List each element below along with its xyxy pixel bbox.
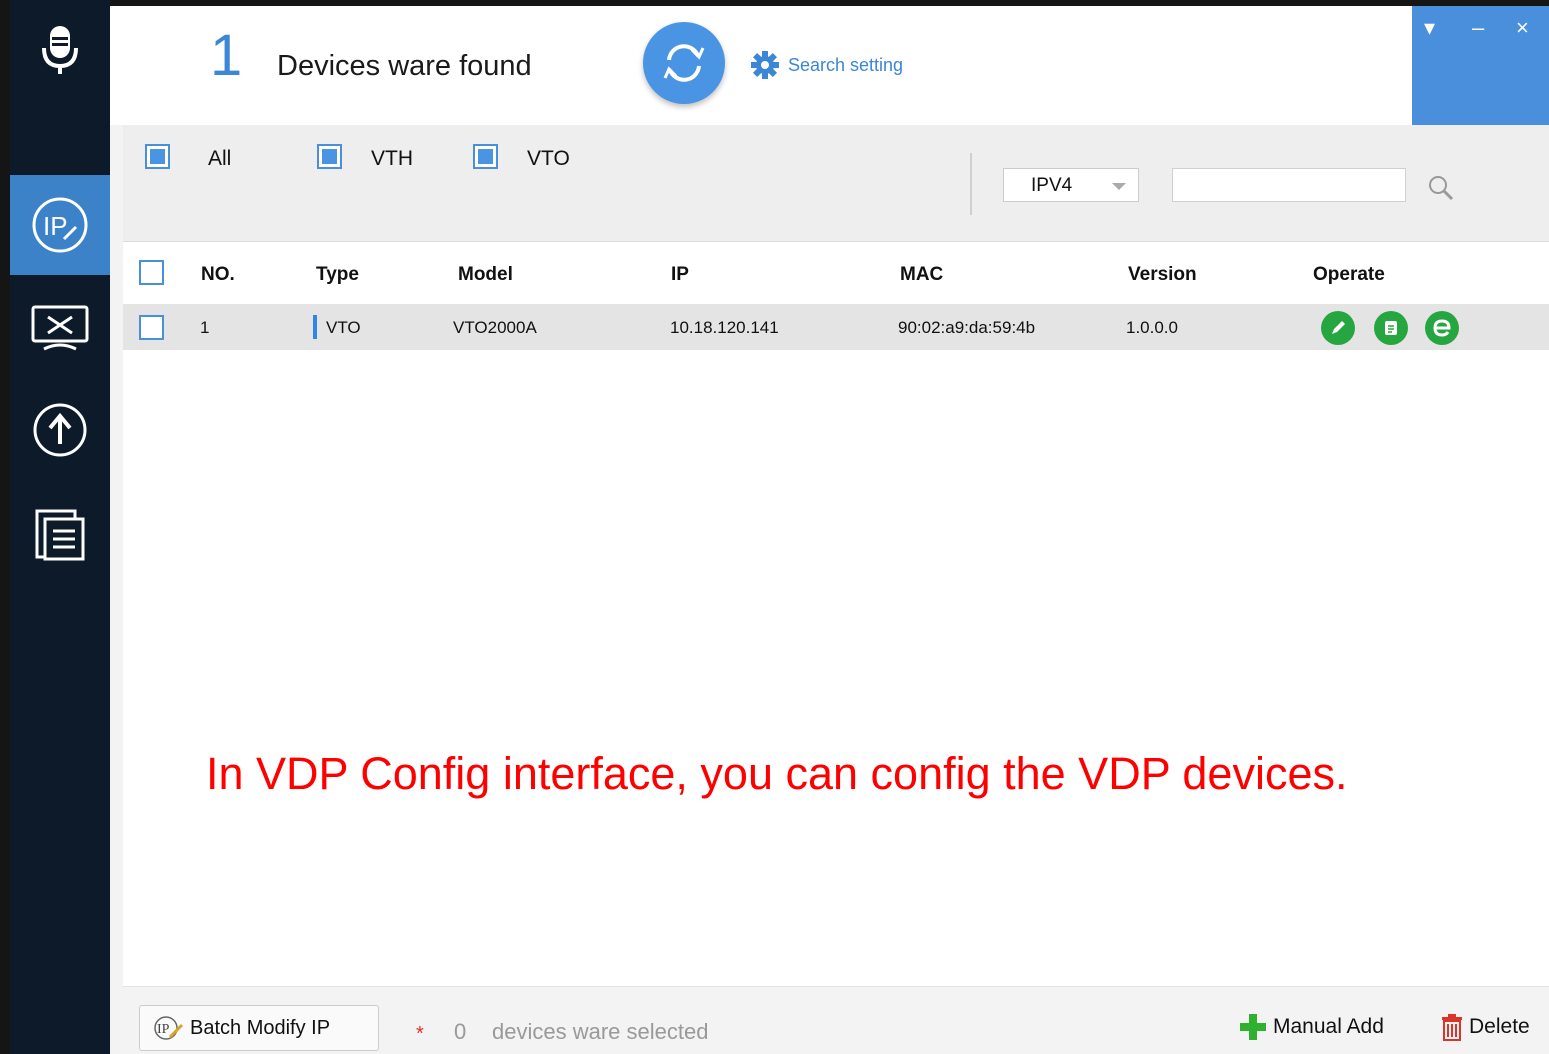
- details-button[interactable]: [1374, 311, 1408, 345]
- delete-button[interactable]: Delete: [1439, 1013, 1530, 1041]
- filter-vto-checkbox[interactable]: [473, 144, 498, 169]
- cell-mac: 90:02:a9:da:59:4b: [898, 318, 1036, 337]
- ip-edit-icon: IP: [154, 1016, 184, 1040]
- filter-vth-checkbox[interactable]: [317, 144, 342, 169]
- header-no: NO.: [201, 264, 235, 285]
- device-count: 1: [210, 23, 243, 88]
- filter-bar: All VTH VTO IPV4: [123, 125, 1549, 241]
- edit-icon: [1332, 321, 1345, 334]
- table-header: NO. Type Model IP MAC Version Operate: [123, 242, 1549, 304]
- minimize-button[interactable]: –: [1472, 16, 1484, 40]
- manual-add-button[interactable]: Manual Add: [1239, 1013, 1384, 1041]
- cell-version: 1.0.0.0: [1126, 318, 1178, 337]
- header-ip: IP: [671, 264, 689, 285]
- row-checkbox[interactable]: [139, 315, 164, 340]
- manual-add-label: Manual Add: [1273, 1015, 1384, 1038]
- header-version: Version: [1128, 264, 1197, 285]
- type-indicator: [313, 315, 317, 339]
- web-icon: [1433, 319, 1451, 337]
- sidebar-item-tools[interactable]: [10, 278, 110, 378]
- footer: IP Batch Modify IP * 0 devices ware sele…: [123, 986, 1549, 1054]
- search-input[interactable]: [1172, 168, 1406, 202]
- selected-label: devices ware selected: [492, 1019, 709, 1044]
- menu-dropdown-icon[interactable]: ▾: [1424, 16, 1435, 40]
- main-window: 1 Devices ware found Search setting ▾ – …: [110, 6, 1549, 1054]
- filter-all-label: All: [208, 147, 232, 170]
- cell-model: VTO2000A: [453, 318, 537, 337]
- close-button[interactable]: ×: [1516, 16, 1529, 40]
- sidebar-item-voice[interactable]: [10, 0, 110, 100]
- refresh-button[interactable]: [643, 22, 725, 104]
- selected-count: 0: [454, 1019, 467, 1044]
- filter-vth-label: VTH: [371, 147, 413, 170]
- window-controls: ▾ – ×: [1412, 6, 1549, 125]
- chevron-down-icon: [1112, 183, 1126, 190]
- devices-found-label: Devices ware found: [277, 50, 532, 82]
- edit-button[interactable]: [1321, 311, 1355, 345]
- plus-icon: [1240, 1014, 1266, 1040]
- cell-type: VTO: [326, 318, 361, 337]
- sidebar-item-ip-config[interactable]: IP: [10, 175, 110, 275]
- web-button[interactable]: [1425, 311, 1459, 345]
- ip-version-select[interactable]: IPV4: [1003, 168, 1139, 202]
- details-icon: [1385, 321, 1397, 335]
- header-type: Type: [316, 264, 359, 285]
- table-row[interactable]: 1 VTO VTO2000A 10.18.120.141 90:02:a9:da…: [123, 304, 1549, 350]
- cell-ip: 10.18.120.141: [670, 318, 779, 337]
- batch-modify-ip-label: Batch Modify IP: [190, 1016, 331, 1039]
- cell-no: 1: [200, 318, 210, 337]
- microphone-icon: [42, 26, 78, 74]
- select-all-checkbox[interactable]: [139, 260, 164, 285]
- tools-icon: [31, 305, 89, 351]
- search-setting-label: Search setting: [788, 54, 904, 75]
- sidebar: IP: [10, 0, 110, 1054]
- batch-modify-ip-button[interactable]: IP Batch Modify IP: [139, 1005, 379, 1051]
- ip-config-icon: IP: [32, 197, 88, 253]
- annotation-text: In VDP Config interface, you can config …: [206, 748, 1348, 799]
- gear-icon: [751, 51, 779, 79]
- required-star: *: [416, 1023, 424, 1045]
- delete-label: Delete: [1469, 1015, 1530, 1038]
- filter-all-checkbox[interactable]: [145, 144, 170, 169]
- header: 1 Devices ware found Search setting ▾ – …: [110, 6, 1549, 125]
- header-model: Model: [458, 264, 513, 285]
- svg-text:IP: IP: [43, 211, 68, 241]
- filter-divider: [970, 153, 972, 215]
- trash-icon: [1442, 1014, 1462, 1041]
- filter-vto-label: VTO: [527, 147, 570, 170]
- ip-edit-icon-text: IP: [157, 1022, 170, 1037]
- refresh-icon: [663, 44, 705, 82]
- ip-version-value: IPV4: [1031, 175, 1073, 196]
- search-icon[interactable]: [1426, 173, 1456, 203]
- device-table: NO. Type Model IP MAC Version Operate 1 …: [123, 241, 1549, 986]
- upgrade-icon: [33, 403, 87, 457]
- search-setting-link[interactable]: Search setting: [750, 50, 903, 80]
- header-mac: MAC: [900, 264, 944, 285]
- sidebar-item-upgrade[interactable]: [10, 380, 110, 480]
- documents-icon: [35, 509, 85, 561]
- header-operate: Operate: [1313, 264, 1385, 285]
- sidebar-item-documents[interactable]: [10, 485, 110, 585]
